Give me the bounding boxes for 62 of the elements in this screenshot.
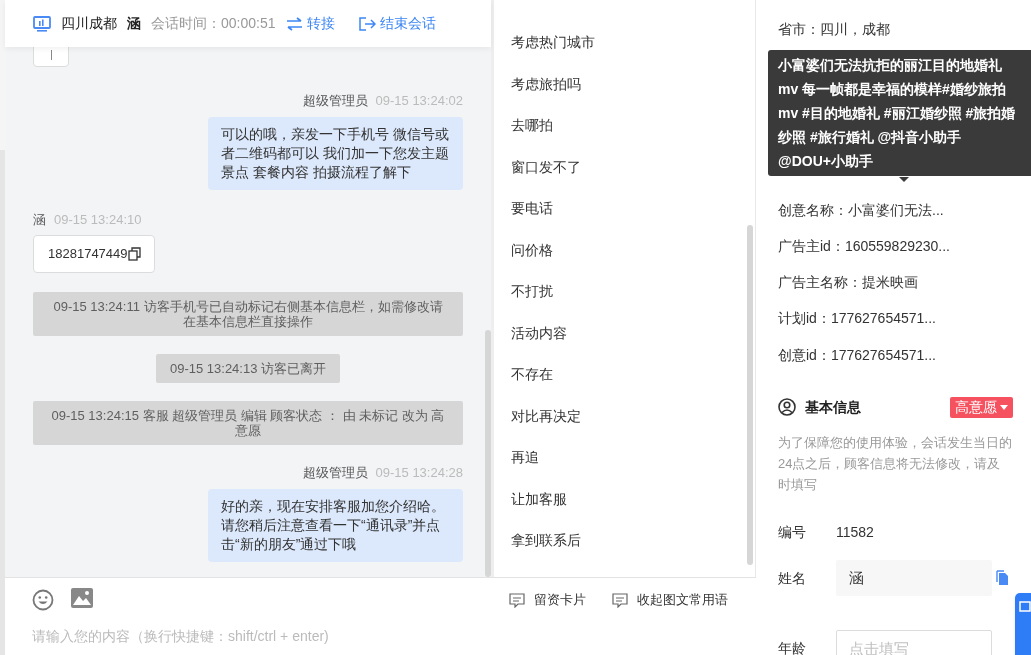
phrase-item[interactable]: 再追 (511, 447, 539, 469)
user-icon (778, 398, 796, 417)
composer-action-button[interactable]: 收起图文常用语 (612, 590, 728, 610)
message-time: 09-15 13:24:02 (375, 92, 463, 110)
location-title: 四川成都 (61, 14, 117, 33)
system-notice: 09-15 13:24:15 客服 超级管理员 编辑 顾客状态 ： 由 未标记 改为 高意愿 (33, 401, 463, 445)
info-field: 广告主id：160559829230... (778, 235, 950, 257)
smiley-icon[interactable] (32, 589, 54, 611)
phrase-item[interactable]: 去哪拍 (511, 115, 553, 137)
tooltip-arrow-icon (899, 177, 909, 182)
transfer-button[interactable]: 转接 (285, 13, 335, 34)
info-field: 广告主名称：提米映画 (778, 272, 918, 294)
section-title: 基本信息 (805, 397, 861, 417)
phrase-item[interactable]: 要电话 (511, 198, 553, 220)
message-text: 18281747449 (48, 245, 128, 264)
field-value: 11582 (836, 522, 874, 542)
caret-icon (1000, 404, 1008, 410)
end-session-button[interactable]: 结束会话 (358, 13, 436, 34)
phrase-item[interactable]: 窗口发不了 (511, 156, 581, 178)
message-time: 09-15 13:24:10 (54, 210, 142, 229)
info-field: 创意id：177627654571... (778, 344, 936, 366)
swap-icon (285, 16, 303, 31)
field-label: 编号 (778, 522, 807, 542)
phrase-item[interactable]: 拿到联系后 (511, 530, 581, 552)
scrollbar[interactable] (747, 225, 753, 565)
copy-icon[interactable] (127, 247, 141, 261)
floating-tab[interactable] (1015, 593, 1031, 655)
phrase-item[interactable]: 考虑旅拍吗 (511, 73, 581, 95)
field-label: 年龄 (778, 638, 807, 655)
sender-name: 超级管理员 (302, 92, 368, 110)
phrase-item[interactable]: 让加客服 (511, 488, 567, 510)
sender-name: 超级管理员 (302, 464, 368, 482)
message-bubble: 可以的哦，亲发一下手机号 微信号或者二维码都可以 我们加一下您发主题景点 套餐内容 拍摄流程了解下 (208, 116, 463, 190)
message-icon (509, 592, 525, 608)
phrase-item[interactable]: 考虑热门城市 (511, 32, 595, 54)
monitor-icon (33, 15, 51, 32)
phrase-item[interactable]: 问价格 (511, 239, 553, 261)
session-timer: 会话时间：00:00:51 (151, 14, 276, 33)
phrase-item[interactable]: 不打扰 (511, 281, 553, 303)
visitor-name: 涵 (127, 14, 141, 33)
info-field: 创意名称：小富婆们无法... (778, 199, 944, 221)
sender-name: 涵 (33, 210, 46, 229)
phrase-item[interactable]: 不存在 (511, 364, 553, 386)
message-input[interactable]: 请输入您的内容（换行快捷键：shift/ctrl + enter) (32, 626, 729, 647)
notice-text: 为了保障您的使用体验，会话发生当日的24点之后，顾客信息将无法修改，请及时填写 (778, 434, 1013, 495)
tooltip: 小富婆们无法抗拒的丽江目的地婚礼mv 每一帧都是幸福的模样#婚纱旅拍mv #目的地婚礼 #丽江婚纱照 #旅拍婚纱照 #旅行婚礼 @抖音小助手 @DOU+小助手 (768, 50, 1031, 176)
name-field[interactable]: 涵 (836, 560, 992, 597)
info-field: 计划id：177627654571... (778, 308, 936, 330)
phrase-item[interactable]: 活动内容 (511, 322, 567, 344)
image-icon[interactable] (71, 588, 93, 608)
chat-icon (1019, 601, 1031, 613)
system-notice: 09-15 13:24:13 访客已离开 (155, 354, 341, 383)
message-time: 09-15 13:24:28 (375, 464, 463, 482)
system-notice: 09-15 13:24:11 访客手机号已自动标记右侧基本信息栏，如需修改请在基本信息栏直接操作 (33, 292, 463, 336)
message-icon (612, 592, 628, 608)
phrase-item[interactable]: 对比再决定 (511, 405, 581, 427)
info-field: 省市：四川，成都 (778, 18, 890, 40)
field-label: 姓名 (778, 568, 807, 588)
message-bubble: 好的亲，现在安排客服加您介绍哈。请您稍后注意查看一下“通讯录”并点击“新的朋友”通过下哦 (208, 488, 463, 562)
exit-icon (358, 16, 376, 31)
scrollbar[interactable] (485, 330, 491, 577)
composer-action-button[interactable]: 留资卡片 (509, 590, 586, 610)
